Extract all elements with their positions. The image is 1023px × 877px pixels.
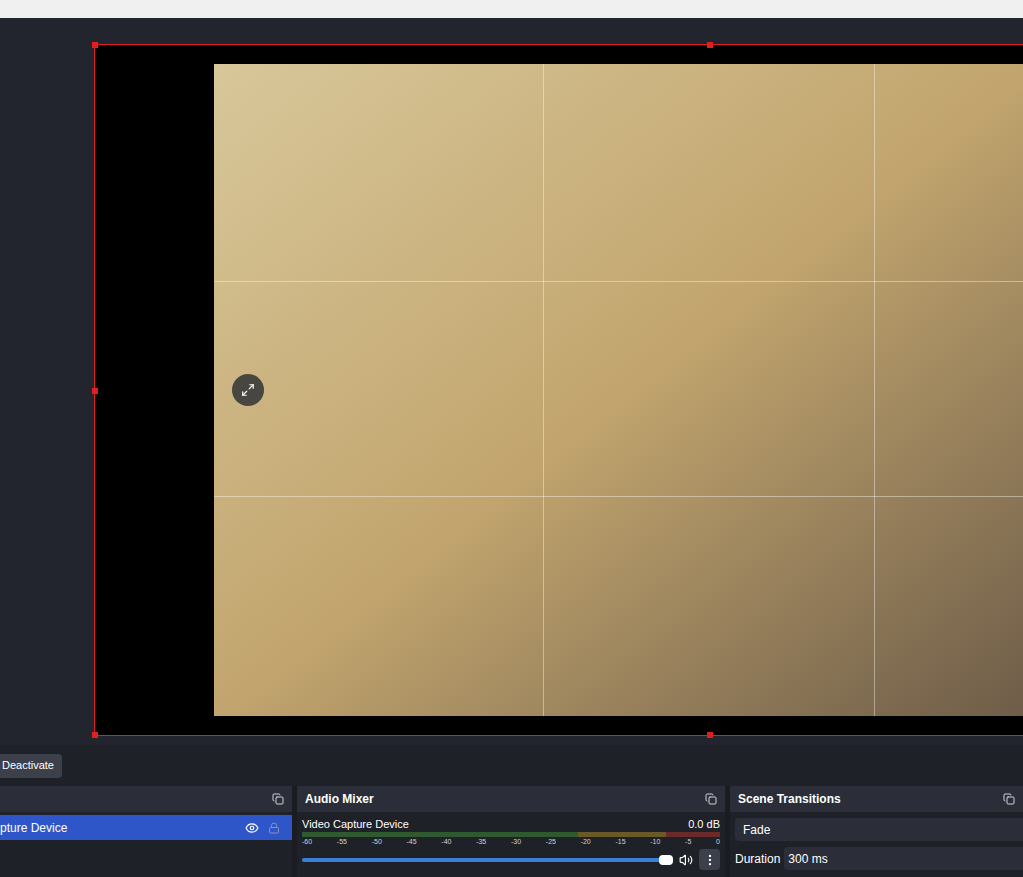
meter-scale: -60-55-50-45-40-35-30-25-20-15-10-50 — [302, 837, 720, 846]
grid-line — [214, 496, 1023, 497]
volume-icon[interactable] — [679, 853, 693, 867]
grid-line — [214, 281, 1023, 282]
handle[interactable] — [707, 42, 713, 48]
transition-select[interactable]: Fade — [735, 818, 1023, 841]
scale-tick: -20 — [581, 837, 591, 846]
channel-reading: 0.0 dB — [688, 817, 720, 831]
scale-tick: 0 — [716, 837, 720, 846]
video-frame — [214, 64, 1023, 716]
scale-tick: -15 — [615, 837, 625, 846]
channel-menu-button[interactable] — [699, 849, 720, 870]
visibility-icon[interactable] — [245, 821, 259, 835]
channel-name: Video Capture Device — [302, 817, 409, 831]
resize-handle[interactable] — [232, 374, 264, 406]
obs-window: Deactivate pture Device Audio Mixer Video C… — [0, 0, 1023, 877]
scale-tick: -35 — [476, 837, 486, 846]
undock-icon[interactable] — [272, 793, 284, 805]
sources-dock: pture Device — [0, 786, 292, 877]
source-item[interactable]: pture Device — [0, 815, 292, 840]
duration-label: Duration — [735, 850, 780, 868]
menu-icon — [703, 853, 717, 867]
scale-tick: -40 — [441, 837, 451, 846]
volume-thumb[interactable] — [659, 855, 673, 865]
undock-icon[interactable] — [1003, 793, 1015, 805]
scale-tick: -60 — [302, 837, 312, 846]
mixer-channel: Video Capture Device0.0 dB-60-55-50-45-4… — [297, 812, 725, 870]
scale-tick: -30 — [511, 837, 521, 846]
top-strip — [0, 0, 1023, 18]
dock-title: Scene Transitions — [738, 790, 841, 808]
handle[interactable] — [92, 388, 98, 394]
handle[interactable] — [92, 732, 98, 738]
scale-tick: -10 — [650, 837, 660, 846]
dock-header — [0, 786, 292, 812]
dock-header: Scene Transitions — [730, 786, 1023, 812]
audio-mixer-dock: Audio Mixer Video Capture Device 0.0 dB -60… — [297, 786, 725, 877]
grid-line — [543, 64, 544, 716]
preview[interactable] — [0, 18, 1023, 745]
duration-field[interactable]: 300 ms — [784, 847, 1023, 870]
resize-icon — [241, 383, 255, 397]
handle[interactable] — [707, 732, 713, 738]
level-meter — [302, 832, 720, 837]
docks: pture Device Audio Mixer Video Capture Dev… — [0, 786, 1023, 877]
volume-slider[interactable] — [302, 858, 673, 862]
scene-transitions-dock: Scene Transitions Fade Duration300 ms — [730, 786, 1023, 877]
source-bounds[interactable] — [94, 44, 1023, 736]
scale-tick: -55 — [337, 837, 347, 846]
dock-title: Audio Mixer — [305, 790, 374, 808]
controls-bar: Deactivate — [0, 745, 1023, 786]
deactivate-button[interactable]: Deactivate — [0, 754, 62, 778]
dock-header: Audio Mixer — [297, 786, 725, 812]
undock-icon[interactable] — [705, 793, 717, 805]
scale-tick: -25 — [546, 837, 556, 846]
scale-tick: -5 — [685, 837, 691, 846]
scale-tick: -50 — [372, 837, 382, 846]
scale-tick: -45 — [406, 837, 416, 846]
grid-line — [874, 64, 875, 716]
letterbox — [95, 45, 214, 735]
volume-fill — [302, 858, 673, 862]
lock-icon[interactable] — [268, 822, 280, 834]
handle[interactable] — [92, 42, 98, 48]
source-name: pture Device — [0, 819, 67, 837]
